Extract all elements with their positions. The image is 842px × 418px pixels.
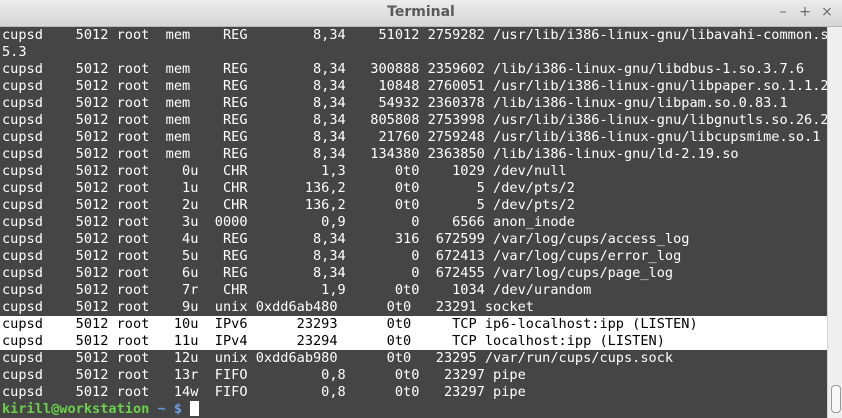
maximize-icon[interactable]: + bbox=[796, 3, 814, 21]
output-line: cupsd 5012 root mem REG 8,34 805808 2753… bbox=[2, 112, 827, 128]
output-line: cupsd 5012 root 11u IPv4 23294 0t0 TCP l… bbox=[0, 333, 827, 350]
close-icon[interactable]: × bbox=[818, 3, 836, 21]
output-line: cupsd 5012 root 5u REG 8,34 0 672413 /va… bbox=[2, 248, 682, 264]
prompt-user-host: kirill@workstation bbox=[2, 401, 150, 417]
prompt-symbol: $ bbox=[173, 401, 183, 417]
output-lines: cupsd 5012 root mem REG 8,34 51012 27592… bbox=[0, 27, 827, 401]
output-line: cupsd 5012 root 10u IPv6 23293 0t0 TCP i… bbox=[0, 316, 827, 333]
scrollbar-thumb[interactable] bbox=[831, 385, 841, 413]
output-line: cupsd 5012 root 1u CHR 136,2 0t0 5 /dev/… bbox=[2, 180, 575, 196]
output-line: cupsd 5012 root mem REG 8,34 51012 27592… bbox=[2, 27, 827, 43]
output-line: cupsd 5012 root 2u CHR 136,2 0t0 5 /dev/… bbox=[2, 197, 575, 213]
vertical-scrollbar[interactable] bbox=[827, 27, 842, 418]
output-line: cupsd 5012 root 4u REG 8,34 316 672599 /… bbox=[2, 231, 690, 247]
output-line: cupsd 5012 root mem REG 8,34 10848 27600… bbox=[2, 78, 827, 94]
output-line: cupsd 5012 root mem REG 8,34 21760 27592… bbox=[2, 129, 821, 145]
output-line: cupsd 5012 root mem REG 8,34 300888 2359… bbox=[2, 61, 805, 77]
output-line: cupsd 5012 root 7r CHR 1,9 0t0 1034 /dev… bbox=[2, 282, 592, 298]
shell-prompt[interactable]: kirill@workstation ~ $ bbox=[0, 401, 827, 418]
output-line: cupsd 5012 root 9u unix 0xdd6ab480 0t0 2… bbox=[2, 299, 534, 315]
output-line: cupsd 5012 root 3u 0000 0,9 0 6566 anon_… bbox=[2, 214, 575, 230]
output-line: cupsd 5012 root 14w FIFO 0,8 0t0 23297 p… bbox=[2, 384, 526, 400]
title-bar[interactable]: Terminal – + × bbox=[0, 0, 842, 27]
output-line: cupsd 5012 root 13r FIFO 0,8 0t0 23297 p… bbox=[2, 367, 526, 383]
output-line: cupsd 5012 root mem REG 8,34 134380 2363… bbox=[2, 146, 739, 162]
minimize-icon[interactable]: – bbox=[774, 3, 792, 21]
text-cursor bbox=[190, 401, 200, 416]
output-line: cupsd 5012 root mem REG 8,34 54932 23603… bbox=[2, 95, 788, 111]
prompt-path: ~ bbox=[157, 401, 166, 417]
output-line: 5.3 bbox=[2, 44, 27, 60]
output-line: cupsd 5012 root 0u CHR 1,3 0t0 1029 /dev… bbox=[2, 163, 567, 179]
terminal-window: Terminal – + × cupsd 5012 root mem REG 8… bbox=[0, 0, 842, 418]
output-line: cupsd 5012 root 6u REG 8,34 0 672455 /va… bbox=[2, 265, 674, 281]
window-title: Terminal bbox=[387, 4, 455, 20]
output-line: cupsd 5012 root 12u unix 0xdd6ab980 0t0 … bbox=[2, 350, 674, 366]
terminal-output[interactable]: cupsd 5012 root mem REG 8,34 51012 27592… bbox=[0, 27, 827, 418]
